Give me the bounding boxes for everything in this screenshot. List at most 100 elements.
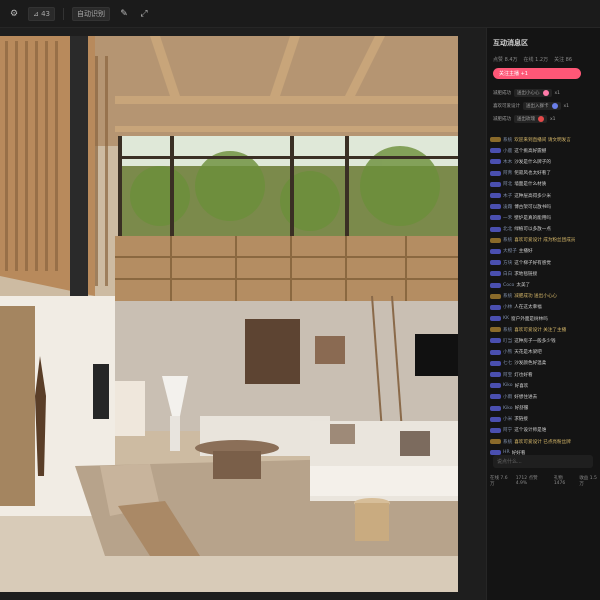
chat-username[interactable]: 阿北 — [503, 181, 512, 187]
fan-badge — [490, 394, 501, 400]
chat-message: 阿青 侘寂风也太好看了 — [490, 168, 600, 179]
chat-text: 好想住进去 — [514, 394, 538, 400]
chat-message: 阿宝 灯也好看 — [490, 369, 600, 380]
chat-text: 求链接 — [514, 417, 528, 423]
chat-message: 系统 喜欢可爱设计 关注了主播 — [490, 324, 600, 335]
chat-username[interactable]: 阿宝 — [503, 372, 512, 378]
chat-username[interactable]: 系统 — [503, 327, 512, 333]
chat-message: 凌霜 博古架可以放书吗 — [490, 201, 600, 212]
chat-username[interactable]: 大橙子 — [503, 248, 517, 254]
chat-text: 主播好 — [518, 249, 533, 255]
fan-badge — [490, 137, 501, 143]
toolbar-divider — [63, 7, 64, 20]
chat-text: 人在这太幸福 — [514, 305, 542, 311]
chat-username[interactable]: 系统 — [503, 237, 512, 243]
chat-username[interactable]: Coco — [503, 283, 514, 288]
live-chat-panel: 互动消息区 点赞 8.4万 在线 1.2万 关注 86 关注主播 +1 减肥成功… — [486, 28, 600, 600]
chat-username[interactable]: 系统 — [503, 439, 512, 445]
chat-text: 窗户外面是树林吗 — [511, 316, 548, 322]
fan-badge — [490, 349, 501, 355]
chat-username[interactable]: 叮当 — [503, 338, 512, 344]
fan-badge — [490, 439, 501, 445]
gift-row: 喜欢可爱设计 送出入群卡 x1 — [493, 102, 570, 110]
chat-username[interactable]: 阿宁 — [503, 427, 512, 433]
chat-text: 壁炉是真的能用吗 — [514, 215, 551, 221]
chat-text: 博古架可以放书吗 — [514, 204, 551, 210]
chat-username[interactable]: 凌霜 — [503, 204, 512, 210]
chat-text: 墙面是什么材质 — [514, 182, 547, 188]
chat-username[interactable]: 北北 — [503, 226, 512, 232]
resize-icon[interactable]: ⤢ — [138, 8, 150, 20]
fan-badge — [490, 293, 501, 299]
chat-text: 绿植可以多放一点 — [514, 227, 551, 233]
brush-icon[interactable]: ✎ — [118, 8, 130, 20]
fan-badge — [490, 181, 501, 187]
chat-username[interactable]: Kiko — [503, 383, 513, 388]
chat-username[interactable]: 系统 — [503, 137, 512, 143]
chat-username[interactable]: 白白 — [503, 271, 512, 277]
chat-username[interactable]: Kiko — [503, 406, 513, 411]
chat-message: 系统 喜欢可爱设计 已点亮粉丝牌 — [490, 436, 600, 447]
chat-text: 沙发是什么牌子的 — [514, 159, 551, 165]
chat-text: 欢迎来到直播间 请文明发言 — [514, 137, 571, 143]
chat-message: 阿宁 这个设计师是谁 — [490, 425, 600, 436]
chat-username[interactable]: 七七 — [503, 360, 512, 366]
chat-username[interactable]: 木子 — [503, 193, 512, 199]
chat-list: 系统 欢迎来到直播间 请文明发言 小鹿 这个挑高好震撼 木木 沙发是什么牌子的 阿青 侘寂风也… — [490, 134, 600, 458]
chat-username[interactable]: 木木 — [503, 159, 512, 165]
canvas-area — [0, 28, 486, 600]
chat-text: 好舒服 — [514, 406, 529, 412]
chat-text: 减肥成功 送出小心心 — [514, 294, 558, 300]
zoom-chip[interactable]: ⊿ 43 — [28, 6, 55, 21]
stat-follow: 关注 86 — [554, 57, 573, 63]
footer-stats: 在线 7.6万 1712 点赞 4.9% 礼物 1476 收益 1.5万 — [490, 476, 597, 487]
chat-username[interactable]: 小雨 — [503, 394, 512, 400]
fan-badge — [490, 248, 501, 254]
mode-chip[interactable]: 自动识别 — [72, 6, 110, 21]
top-toolbar: ⚙ ⊿ 43 自动识别 ✎ ⤢ — [0, 0, 600, 28]
chat-username[interactable]: 小鹿 — [503, 148, 512, 154]
fan-badge — [490, 215, 501, 221]
follow-button[interactable]: 关注主播 +1 — [493, 68, 581, 79]
fan-badge — [490, 271, 501, 277]
fan-badge — [490, 372, 501, 378]
settings-icon[interactable]: ⚙ — [8, 8, 20, 20]
chat-message: 小林 人在这太幸福 — [490, 302, 600, 313]
fan-badge — [490, 427, 501, 433]
chat-username[interactable]: 阿青 — [503, 170, 512, 176]
chat-message: 一禾 壁炉是真的能用吗 — [490, 212, 600, 223]
chat-text: 喜欢可爱设计 已点亮粉丝牌 — [514, 439, 571, 445]
fan-badge — [490, 148, 501, 154]
chat-username[interactable]: 小熊 — [503, 349, 512, 355]
chat-message: Kiko 好舒服 — [490, 403, 600, 414]
fan-badge — [490, 383, 501, 389]
gift-row: 减肥成功 送出玫瑰 x1 — [493, 115, 556, 123]
chat-text: 侘寂风也太好看了 — [514, 171, 551, 177]
fan-badge — [490, 170, 501, 176]
heart-gift-icon — [542, 90, 549, 96]
chat-message: 白白 求地毯链接 — [490, 268, 600, 279]
chat-username[interactable]: 系统 — [503, 293, 512, 299]
fan-badge — [490, 193, 501, 199]
live-stats: 点赞 8.4万 在线 1.2万 关注 86 — [493, 56, 572, 63]
chat-username[interactable]: 小米 — [503, 416, 512, 422]
chat-username[interactable]: 方块 — [503, 260, 512, 266]
chat-message: 叮当 这种房子一般多少钱 — [490, 335, 600, 346]
chat-message: 小熊 天花是木梁吧 — [490, 347, 600, 358]
fan-badge — [490, 338, 501, 344]
fan-badge — [490, 226, 501, 232]
chat-message: 七七 沙发颜色好温柔 — [490, 358, 600, 369]
chat-input[interactable]: 说点什么... — [493, 455, 593, 468]
chat-text: 太美了 — [516, 283, 531, 289]
fan-badge — [490, 304, 501, 310]
chat-message: 系统 欢迎来到直播间 请文明发言 — [490, 134, 600, 145]
chat-message: 大橙子 主播好 — [490, 246, 600, 257]
chat-message: 北北 绿植可以多放一点 — [490, 224, 600, 235]
chat-message: KK 窗户外面是树林吗 — [490, 313, 600, 324]
chat-message: 方块 这个梯子好有感觉 — [490, 257, 600, 268]
chat-username[interactable]: 一禾 — [503, 215, 512, 221]
card-gift-icon — [551, 103, 558, 109]
chat-username[interactable]: 小林 — [503, 304, 512, 310]
chat-message: 阿北 墙面是什么材质 — [490, 179, 600, 190]
chat-username[interactable]: KK — [503, 316, 509, 321]
